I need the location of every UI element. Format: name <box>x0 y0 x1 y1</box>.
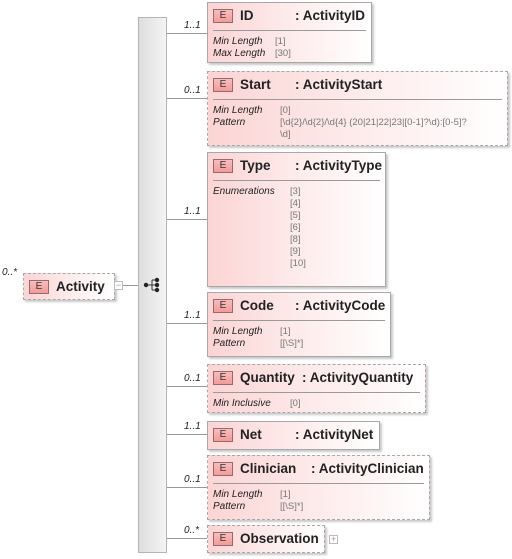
header-separator <box>213 180 380 181</box>
element-name: Type <box>240 158 271 173</box>
element-name: ID <box>240 8 254 23</box>
element-badge: E <box>213 299 233 313</box>
element-header: E Observation <box>213 531 319 549</box>
root-element-activity[interactable]: E Activity <box>23 273 115 300</box>
element-net[interactable]: E Net : ActivityNet <box>207 421 380 450</box>
child-multiplicity: 1..1 <box>184 310 201 321</box>
facet-value: [4] <box>290 198 301 209</box>
connector-line <box>167 33 207 34</box>
connector-line <box>167 323 207 324</box>
element-badge: E <box>213 532 233 546</box>
facet-value: [8] <box>290 234 301 245</box>
facet-value: [0] <box>290 398 301 409</box>
element-header: E Start : ActivityStart <box>213 77 502 95</box>
element-name: Observation <box>240 531 319 546</box>
element-header: E Quantity : ActivityQuantity <box>213 370 420 388</box>
element-type: : ActivityNet <box>295 427 374 442</box>
facet-label: Pattern <box>213 338 246 349</box>
element-header: E Type : ActivityType <box>213 158 383 176</box>
element-id[interactable]: E ID : ActivityID Min Length [1] Max Length [3… <box>207 2 372 63</box>
element-type: : ActivityType <box>295 158 383 173</box>
facet-label: Pattern <box>213 501 246 512</box>
facet-value: [1] <box>280 326 291 337</box>
facet-value: [10] <box>290 258 306 269</box>
facet-label: Min Length <box>213 105 263 116</box>
facet-label: Min Length <box>213 489 263 500</box>
element-name: Activity <box>56 279 105 294</box>
header-separator <box>213 320 385 321</box>
connector-line <box>167 538 207 539</box>
header-separator <box>213 99 502 100</box>
expand-toggle-icon[interactable]: + <box>329 535 338 544</box>
element-header: E Net : ActivityNet <box>213 427 374 445</box>
connector-line <box>167 386 207 387</box>
facet-value: [1] <box>275 36 286 47</box>
child-multiplicity: 0..1 <box>184 85 201 96</box>
element-type: : ActivityQuantity <box>302 370 414 385</box>
connector-line <box>167 98 207 99</box>
collapse-toggle-icon[interactable]: − <box>114 281 123 290</box>
element-badge: E <box>29 280 49 294</box>
element-badge: E <box>213 78 233 92</box>
sequence-icon[interactable] <box>143 277 161 293</box>
element-name: Code <box>240 298 274 313</box>
connector-line <box>167 434 207 435</box>
root-multiplicity: 0..* <box>2 267 18 278</box>
header-separator <box>213 483 424 484</box>
element-badge: E <box>213 462 233 476</box>
facet-label: Min Length <box>213 326 263 337</box>
element-name: Quantity <box>240 370 295 385</box>
header-separator <box>213 392 420 393</box>
element-observation[interactable]: E Observation <box>207 525 325 553</box>
facet-label: Enumerations <box>213 186 275 197</box>
element-badge: E <box>213 428 233 442</box>
element-quantity[interactable]: E Quantity : ActivityQuantity Min Inclusive… <box>207 364 426 413</box>
child-multiplicity: 1..1 <box>184 20 201 31</box>
facet-label: Min Length <box>213 36 263 47</box>
element-badge: E <box>213 9 233 23</box>
element-type: : ActivityCode <box>295 298 386 313</box>
element-type: : ActivityID <box>295 8 366 23</box>
element-name: Start <box>240 77 271 92</box>
facet-value: [\d{2}/\d{2}/\d{4} (20|21|22|23|[0-1]?\d… <box>280 117 467 128</box>
child-multiplicity: 0..* <box>184 525 200 536</box>
element-badge: E <box>213 371 233 385</box>
facet-value: [3] <box>290 186 301 197</box>
child-multiplicity: 1..1 <box>184 421 201 432</box>
connector-line <box>167 487 207 488</box>
facet-label: Min Inclusive <box>213 398 271 409</box>
element-header: E Code : ActivityCode <box>213 298 385 316</box>
child-multiplicity: 0..1 <box>184 474 201 485</box>
element-type: : ActivityClinician <box>311 461 424 476</box>
element-start[interactable]: E Start : ActivityStart Min Length [0] Patter… <box>207 71 508 146</box>
facet-label: Max Length <box>213 48 266 59</box>
facet-value: [5] <box>290 210 301 221</box>
element-name: Net <box>240 427 262 442</box>
child-multiplicity: 0..1 <box>184 373 201 384</box>
child-multiplicity: 1..1 <box>184 206 201 217</box>
connector-line <box>167 219 207 220</box>
facet-value: [6] <box>290 222 301 233</box>
facet-value: [9] <box>290 246 301 257</box>
element-header: E ID : ActivityID <box>213 8 366 26</box>
facet-value: [[\S]*] <box>280 501 304 512</box>
element-type[interactable]: E Type : ActivityType Enumerations [3] [4] [5]… <box>207 152 386 287</box>
element-type: : ActivityStart <box>295 77 383 92</box>
facet-value: \d] <box>280 129 291 140</box>
element-code[interactable]: E Code : ActivityCode Min Length [1] Pattern [… <box>207 292 391 357</box>
facet-value: [0] <box>280 105 291 116</box>
facet-label: Pattern <box>213 117 246 128</box>
element-header: E Clinician : ActivityClinician <box>213 461 424 479</box>
facet-value: [[\S]*] <box>280 338 304 349</box>
element-clinician[interactable]: E Clinician : ActivityClinician Min Length [… <box>207 455 430 520</box>
facet-value: [30] <box>275 48 291 59</box>
facet-value: [1] <box>280 489 291 500</box>
header-separator <box>213 30 366 31</box>
element-badge: E <box>213 159 233 173</box>
element-name: Clinician <box>240 461 297 476</box>
